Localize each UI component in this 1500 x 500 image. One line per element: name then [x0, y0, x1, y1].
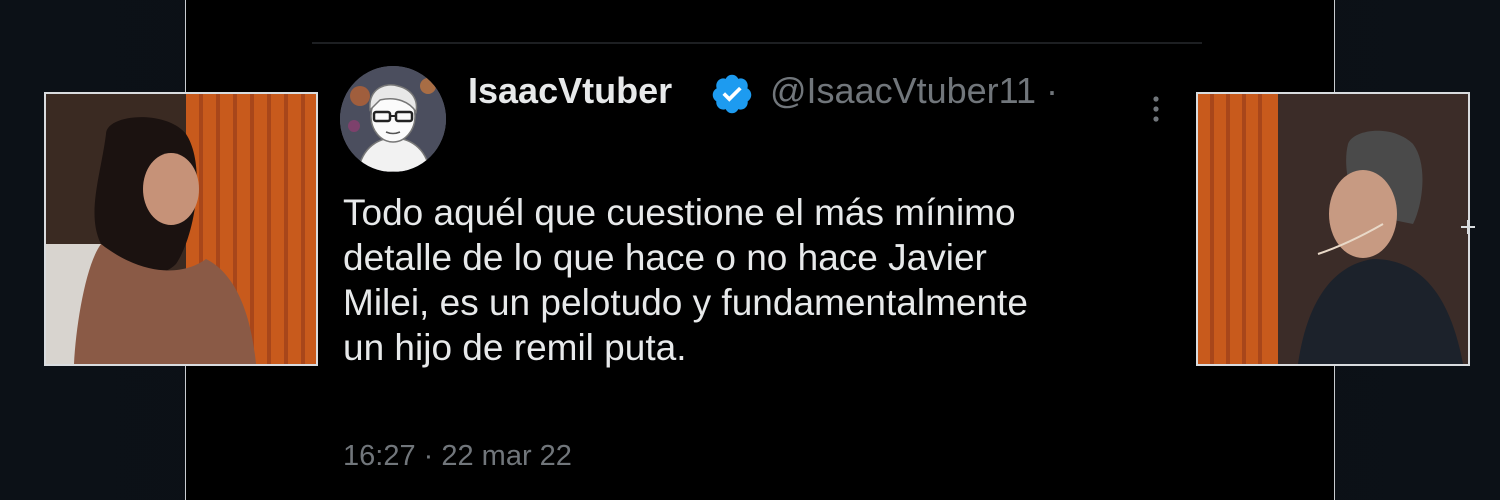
man-guest-image — [1198, 94, 1468, 364]
tweet-text-line: un hijo de remil puta. — [343, 327, 687, 368]
divider-line-right-bottom — [1334, 364, 1335, 500]
tweet-timestamp[interactable]: 16:27 · 22 mar 22 — [343, 440, 572, 473]
display-name[interactable]: IsaacVtuber — [468, 70, 672, 112]
tweet-top-border — [312, 42, 1202, 44]
more-options-icon[interactable] — [1146, 94, 1166, 124]
video-frame: IsaacVtuber @IsaacVtuber11 · Todo aquél … — [0, 0, 1500, 500]
tweet-text-line: detalle de lo que hace o no hace Javier — [343, 237, 987, 278]
tweet-text-line: Milei, es un pelotudo y fundamentalmente — [343, 282, 1028, 323]
user-handle[interactable]: @IsaacVtuber11 · — [770, 70, 1058, 112]
divider-line-right — [1334, 0, 1335, 92]
avatar-illustration — [340, 66, 446, 172]
woman-guest-image — [46, 94, 316, 364]
camera-inset-left — [44, 92, 318, 366]
avatar[interactable] — [340, 66, 446, 172]
verified-badge-icon — [712, 74, 752, 114]
camera-inset-right — [1196, 92, 1470, 366]
tweet-text-line: Todo aquél que cuestione el más mínimo — [343, 192, 1016, 233]
tweet-text: Todo aquél que cuestione el más mínimo d… — [343, 190, 1173, 370]
plus-icon — [1461, 220, 1475, 234]
